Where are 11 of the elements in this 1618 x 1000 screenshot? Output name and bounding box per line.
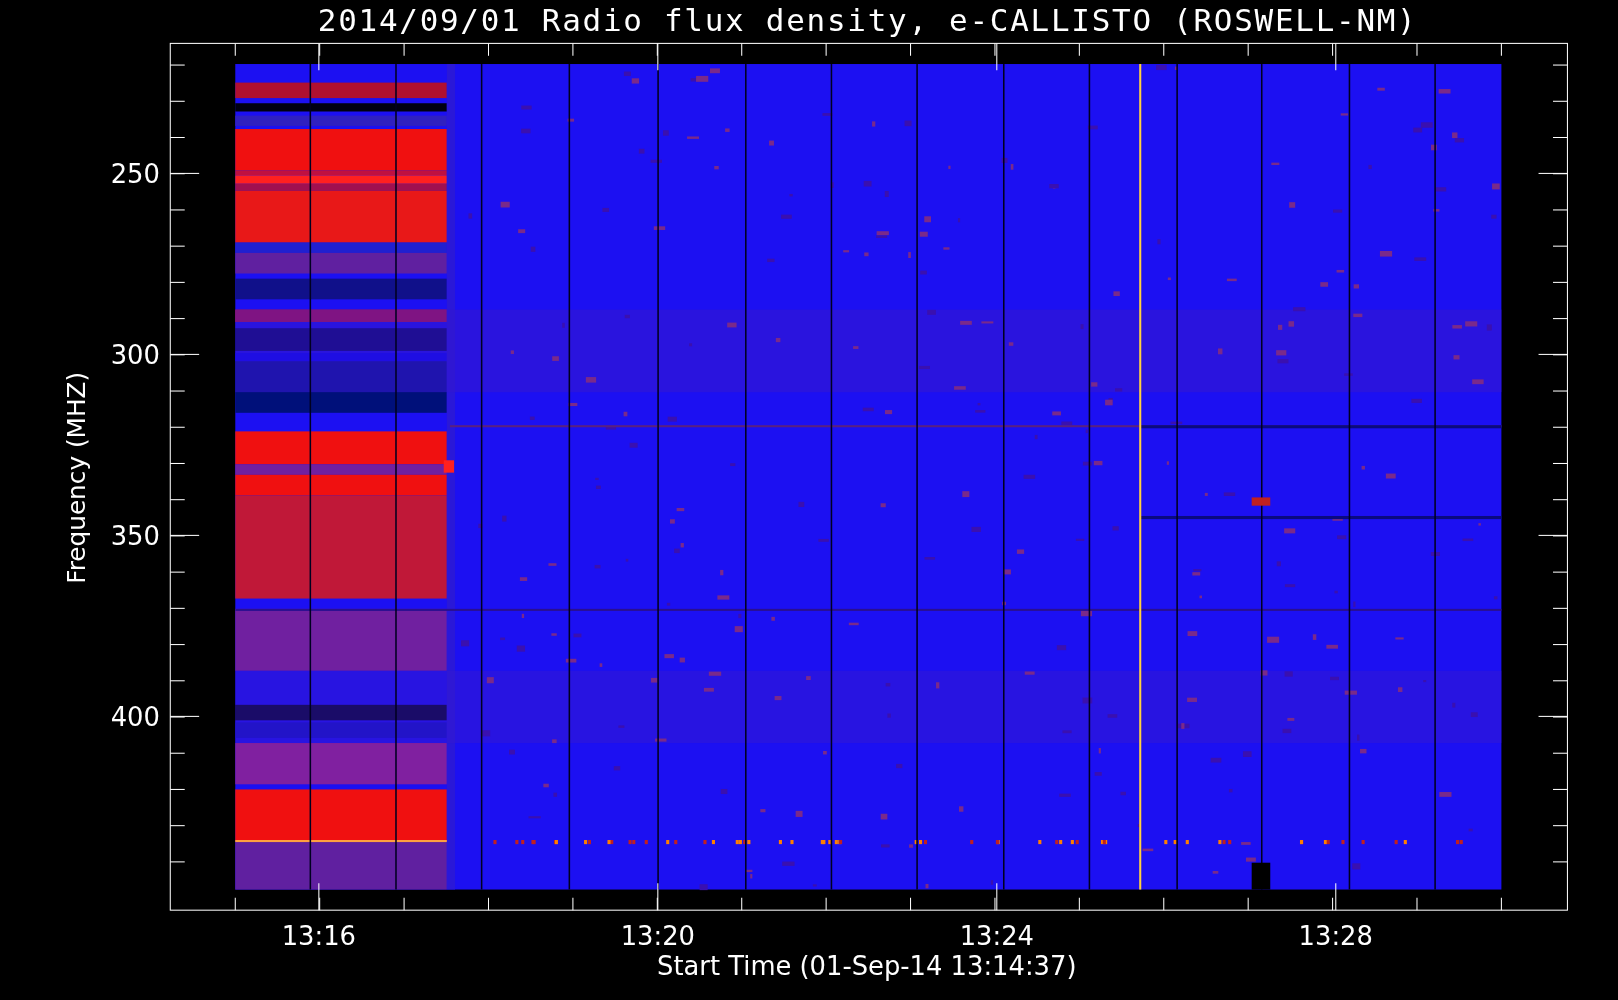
y-tick-label: 250 <box>110 158 160 189</box>
x-axis-label: Start Time (01-Sep-14 13:14:37) <box>657 951 1077 982</box>
x-tick-label: 13:16 <box>281 921 356 952</box>
y-axis-label: Frequency (MHZ) <box>61 371 91 584</box>
x-tick-label: 13:24 <box>959 921 1034 952</box>
y-tick-label: 300 <box>110 339 160 370</box>
x-tick-label: 13:20 <box>620 921 695 952</box>
y-tick-label: 350 <box>110 520 160 551</box>
x-tick-label: 13:28 <box>1298 921 1373 952</box>
chart-title: 2014/09/01 Radio flux density, e-CALLISTO (ROSWELL-NM) <box>317 2 1416 38</box>
y-tick-label: 400 <box>110 701 160 732</box>
